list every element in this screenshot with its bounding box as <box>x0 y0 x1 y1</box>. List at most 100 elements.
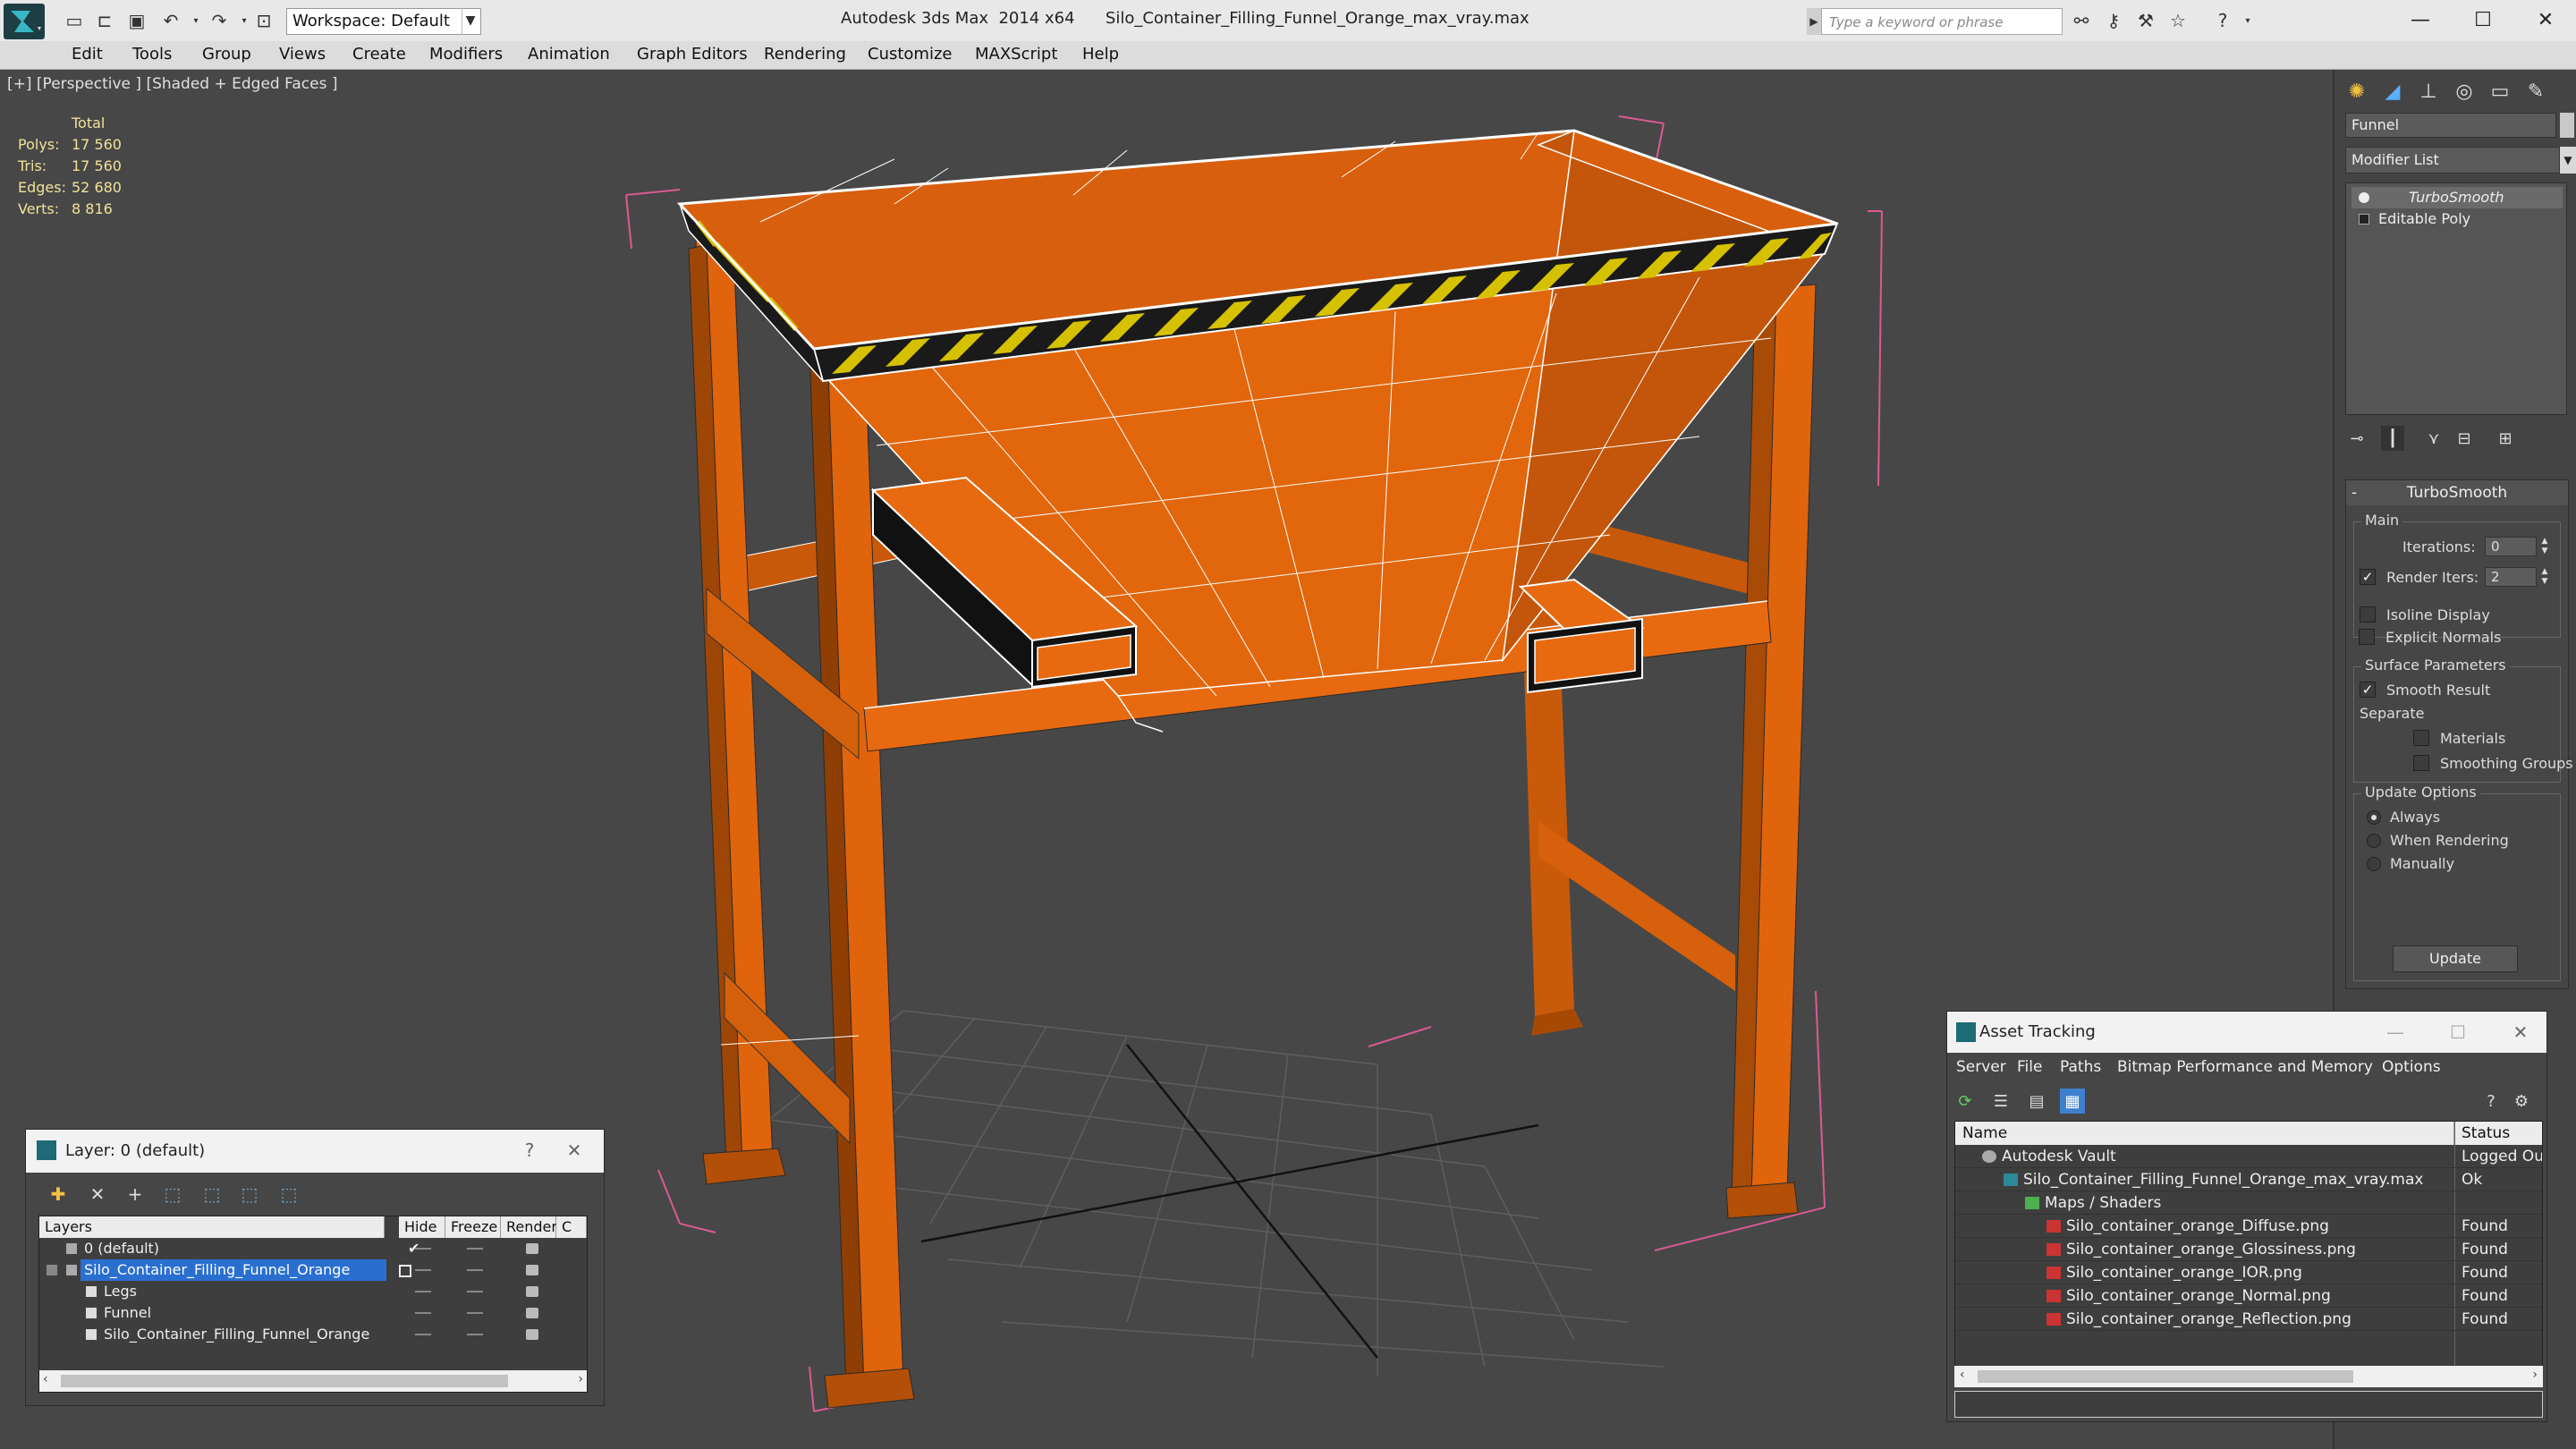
freeze-toggle[interactable] <box>467 1312 483 1314</box>
smoothing-groups-checkbox[interactable] <box>2413 755 2429 771</box>
object-color-swatch[interactable] <box>2560 113 2574 138</box>
communication-center-icon[interactable]: ⚒ <box>2134 9 2157 32</box>
asset-row[interactable]: Silo_container_orange_Glossiness.png Fou… <box>1955 1238 2542 1261</box>
menu-options[interactable]: Options <box>2382 1058 2441 1076</box>
chevron-right-icon[interactable]: › <box>578 1372 583 1386</box>
render-teapot-icon[interactable] <box>526 1286 538 1297</box>
horizontal-scrollbar[interactable]: ‹ › <box>39 1370 587 1392</box>
open-file-icon[interactable]: ⊏ <box>93 9 116 32</box>
explicit-normals-checkbox[interactable] <box>2359 629 2375 645</box>
layer-row[interactable]: Silo_Container_Filling_Funnel_Orange <box>39 1259 587 1281</box>
render-teapot-icon[interactable] <box>526 1308 538 1318</box>
undo-dropdown-icon[interactable]: ▾ <box>184 9 208 32</box>
dialog-title-bar[interactable]: Asset Tracking — ☐ ✕ <box>1947 1012 2546 1053</box>
menu-file[interactable]: File <box>2017 1058 2042 1076</box>
chevron-left-icon[interactable]: ‹ <box>43 1372 48 1386</box>
workspace-select[interactable]: Workspace: Default <box>286 8 481 35</box>
redo-icon[interactable]: ↷ <box>208 9 231 32</box>
freeze-toggle[interactable] <box>467 1291 483 1292</box>
menu-graph-editors[interactable]: Graph Editors <box>637 45 748 64</box>
make-unique-icon[interactable]: ⋎ <box>2422 426 2445 451</box>
add-to-layer-icon[interactable]: + <box>123 1182 148 1207</box>
asset-row[interactable]: Autodesk Vault Logged Ou <box>1955 1145 2542 1168</box>
search-expand-icon[interactable]: ▶ <box>1807 8 1821 35</box>
help-dropdown-icon[interactable]: ▾ <box>2236 9 2259 32</box>
minimize-button[interactable]: — <box>2394 4 2447 36</box>
asset-row[interactable]: Silo_container_orange_Diffuse.png Found <box>1955 1215 2542 1238</box>
isoline-display-checkbox[interactable] <box>2360 606 2376 623</box>
hide-toggle[interactable] <box>415 1291 431 1292</box>
spinner-arrows-icon[interactable]: ▲ ▼ <box>2538 567 2551 587</box>
motion-tab-icon[interactable]: ◎ <box>2447 75 2481 107</box>
hide-toggle[interactable] <box>415 1248 431 1250</box>
close-button[interactable]: ✕ <box>2519 4 2572 36</box>
freeze-toggle[interactable] <box>467 1248 483 1250</box>
chevron-left-icon[interactable]: ‹ <box>1960 1368 1965 1382</box>
help-icon[interactable]: ? <box>2211 9 2234 32</box>
highlight-selected-icon[interactable]: ⬚ <box>199 1182 225 1207</box>
object-name-field[interactable]: Funnel <box>2345 113 2556 138</box>
menu-customize[interactable]: Customize <box>868 45 952 64</box>
column-freeze[interactable]: Freeze <box>445 1216 501 1238</box>
help-button[interactable]: ? <box>516 1137 543 1164</box>
menu-views[interactable]: Views <box>279 45 326 64</box>
render-iters-checkbox[interactable]: ✓ <box>2360 569 2376 585</box>
column-name[interactable]: Name <box>1955 1122 2454 1145</box>
column-layers[interactable]: Layers <box>39 1216 385 1238</box>
lightbulb-icon[interactable] <box>2359 192 2369 203</box>
configure-sets-icon[interactable]: ⊞ <box>2494 426 2517 451</box>
quick-access-more-icon[interactable]: ▾ <box>460 9 483 32</box>
column-status[interactable]: Status <box>2454 1122 2542 1145</box>
display-tab-icon[interactable]: ▭ <box>2483 75 2517 107</box>
iterations-spinner[interactable]: 0 <box>2485 537 2537 556</box>
menu-maxscript[interactable]: MAXScript <box>975 45 1057 64</box>
utilities-tab-icon[interactable]: ✎ <box>2519 75 2553 107</box>
save-file-icon[interactable]: ▣ <box>125 9 148 32</box>
table-view-icon[interactable]: ▦ <box>2060 1089 2085 1114</box>
maximize-button[interactable]: ☐ <box>2445 1019 2471 1046</box>
expand-plus-icon[interactable] <box>2359 214 2369 225</box>
render-teapot-icon[interactable] <box>526 1329 538 1340</box>
menu-help[interactable]: Help <box>1082 45 1119 64</box>
column-color[interactable]: C <box>556 1216 587 1238</box>
viewport-label[interactable]: [+] [Perspective ] [Shaded + Edged Faces… <box>7 75 337 93</box>
settings-icon[interactable]: ⚙ <box>2509 1089 2534 1114</box>
menu-create[interactable]: Create <box>352 45 406 64</box>
list-view-icon[interactable]: ☰ <box>1988 1089 2013 1114</box>
asset-row[interactable]: Silo_container_orange_Normal.png Found <box>1955 1284 2542 1308</box>
hide-toggle[interactable] <box>415 1269 431 1271</box>
menu-modifiers[interactable]: Modifiers <box>429 45 503 64</box>
materials-checkbox[interactable] <box>2413 730 2429 746</box>
modify-tab-icon[interactable]: ◢ <box>2376 75 2410 107</box>
render-iters-spinner[interactable]: 2 <box>2485 567 2537 587</box>
menu-rendering[interactable]: Rendering <box>764 45 846 64</box>
project-folder-icon[interactable]: ⊡ <box>252 9 275 32</box>
stack-item-turbosmooth[interactable]: TurboSmooth <box>2351 187 2563 208</box>
delete-layer-icon[interactable]: ✕ <box>85 1182 110 1207</box>
pin-stack-icon[interactable]: ⊸ <box>2345 426 2368 451</box>
chevron-right-icon[interactable]: › <box>2532 1368 2538 1382</box>
hide-all-layers-icon[interactable]: ⬚ <box>237 1182 262 1207</box>
hierarchy-tab-icon[interactable]: ⊥ <box>2411 75 2445 107</box>
always-radio[interactable] <box>2367 810 2381 825</box>
menu-server[interactable]: Server <box>1956 1058 2006 1076</box>
column-hide[interactable]: Hide <box>399 1216 445 1238</box>
menu-tools[interactable]: Tools <box>132 45 172 64</box>
thumbnail-view-icon[interactable]: ▤ <box>2024 1089 2049 1114</box>
search-input[interactable]: Type a keyword or phrase <box>1821 8 2063 35</box>
freeze-toggle[interactable] <box>467 1269 483 1271</box>
asset-row[interactable]: Silo_Container_Filling_Funnel_Orange_max… <box>1955 1168 2542 1191</box>
new-file-icon[interactable]: ▭ <box>63 9 86 32</box>
maximize-button[interactable]: ☐ <box>2456 4 2510 36</box>
asset-row[interactable]: Maps / Shaders <box>1955 1191 2542 1215</box>
layer-row[interactable]: 0 (default) ✔ <box>39 1238 587 1259</box>
rollout-header[interactable]: - TurboSmooth <box>2346 480 2568 505</box>
create-layer-icon[interactable]: ✚ <box>46 1182 71 1207</box>
undo-icon[interactable]: ↶ <box>159 9 182 32</box>
binoculars-icon[interactable]: ⚯ <box>2070 9 2093 32</box>
menu-group[interactable]: Group <box>202 45 251 64</box>
refresh-icon[interactable]: ⟳ <box>1953 1089 1978 1114</box>
collapse-icon[interactable] <box>47 1265 57 1275</box>
subscription-key-icon[interactable]: ⚷ <box>2102 9 2125 32</box>
menu-animation[interactable]: Animation <box>528 45 610 64</box>
